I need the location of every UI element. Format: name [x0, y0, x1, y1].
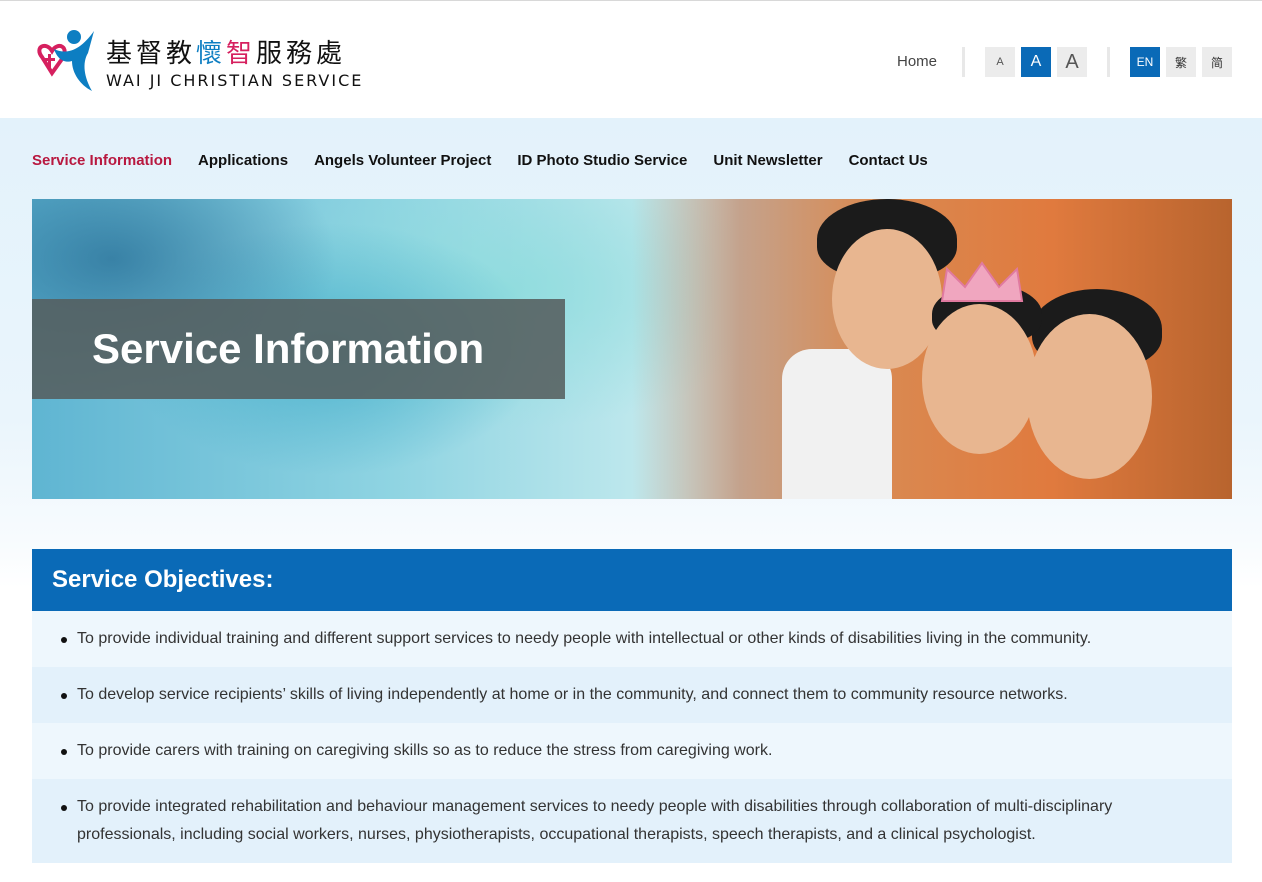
divider [962, 47, 965, 77]
hero-title-box: Service Information [32, 299, 565, 399]
nav-item-service-information[interactable]: Service Information [32, 152, 172, 169]
nav-item-id-photo-studio-service[interactable]: ID Photo Studio Service [517, 152, 687, 169]
objectives-header: Service Objectives: [32, 549, 1232, 611]
divider [1107, 47, 1110, 77]
home-link[interactable]: Home [897, 53, 937, 70]
page-title: Service Information [92, 325, 485, 372]
list-item: To provide carers with training on careg… [32, 723, 1232, 779]
objectives-heading: Service Objectives: [52, 566, 274, 593]
hero-photo [632, 199, 1232, 499]
site-header: 基督教懷智服務處 WAI JI CHRISTIAN SERVICE Home A… [0, 1, 1262, 118]
font-size-medium-button[interactable]: A [1021, 47, 1051, 77]
font-size-small-button[interactable]: A [985, 47, 1015, 77]
nav-item-unit-newsletter[interactable]: Unit Newsletter [713, 152, 822, 169]
main-nav: Service Information Applications Angels … [32, 152, 954, 169]
list-item: To provide integrated rehabilitation and… [32, 779, 1232, 863]
font-size-large-button[interactable]: A [1057, 47, 1087, 77]
lang-en-button[interactable]: EN [1130, 47, 1160, 77]
nav-item-contact-us[interactable]: Contact Us [849, 152, 928, 169]
party-crown-icon [940, 261, 1024, 302]
lang-simplified-chinese-button[interactable]: 简 [1202, 47, 1232, 77]
nav-item-angels-volunteer-project[interactable]: Angels Volunteer Project [314, 152, 491, 169]
hero-banner: Service Information [32, 199, 1232, 499]
nav-item-applications[interactable]: Applications [198, 152, 288, 169]
lang-traditional-chinese-button[interactable]: 繁 [1166, 47, 1196, 77]
logo-chinese-name: 基督教懷智服務處 [106, 39, 347, 69]
logo-english-name: WAI JI CHRISTIAN SERVICE [106, 71, 364, 90]
wai-ji-logo-icon [37, 30, 94, 91]
list-item: To provide individual training and diffe… [32, 611, 1232, 667]
list-item: To develop service recipients’ skills of… [32, 667, 1232, 723]
site-logo[interactable]: 基督教懷智服務處 WAI JI CHRISTIAN SERVICE [32, 27, 361, 97]
objectives-list: To provide individual training and diffe… [32, 611, 1232, 863]
main-content: Service Information Applications Angels … [0, 118, 1262, 882]
